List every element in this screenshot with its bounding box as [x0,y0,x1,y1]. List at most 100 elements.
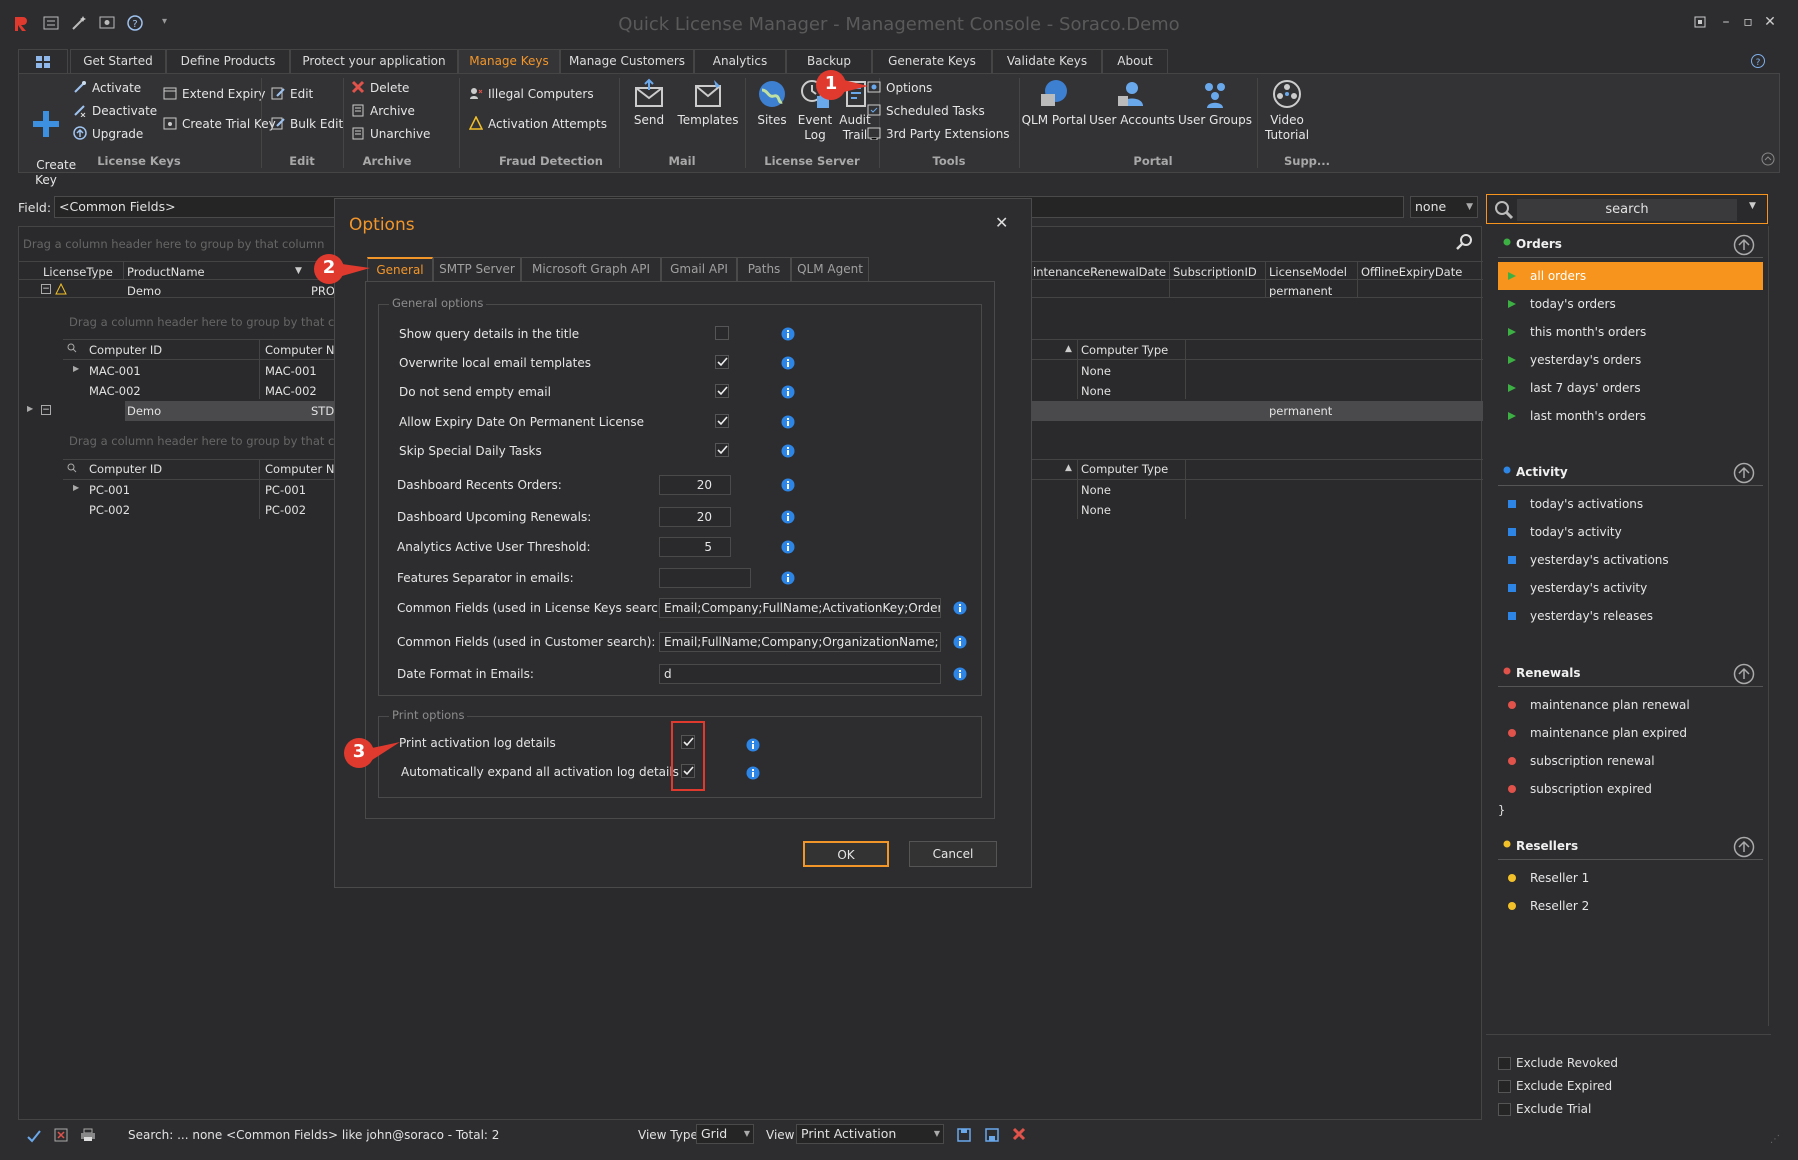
col-subscription-id[interactable]: SubscriptionID [1173,265,1257,279]
tab-manage-keys[interactable]: Manage Keys [458,49,560,73]
orders-item[interactable]: last month's orders [1498,402,1763,430]
activation-attempts-button[interactable]: Activation Attempts [469,116,607,131]
restore-layout-icon[interactable] [1692,14,1712,34]
col-license-type[interactable]: LicenseType [43,265,113,279]
orders-header[interactable]: Orders [1498,230,1763,258]
find-icon[interactable] [1455,233,1473,251]
filter-dropdown-icon[interactable]: ▼ [295,266,302,276]
common-fields-keys-input[interactable]: Email;Company;FullName;ActivationKey;Ord… [659,598,941,618]
third-party-extensions-button[interactable]: 3rd Party Extensions [867,126,1010,141]
sub-col-computer-name[interactable]: Computer Na [265,343,341,357]
resize-grip-icon[interactable]: ⋰ [1770,1134,1780,1145]
recent-orders-spinner[interactable]: 20 [659,475,731,495]
view-type-select[interactable]: Grid ▼ [696,1124,754,1144]
activity-item[interactable]: today's activity [1498,518,1763,546]
show-query-checkbox[interactable] [715,326,729,340]
tab-protect-application[interactable]: Protect your application [290,49,458,73]
view-select[interactable]: Print Activation ▼ [796,1124,944,1144]
resellers-header[interactable]: Resellers [1498,832,1763,860]
tab-validate-keys[interactable]: Validate Keys [992,49,1102,73]
dialog-tab-smtp[interactable]: SMTP Server [433,257,521,281]
collapse-up-icon[interactable] [1733,234,1755,256]
col-product-name[interactable]: ProductName [127,265,205,279]
collapse-ribbon-icon[interactable] [1761,152,1775,166]
resellers-item[interactable]: Reseller 1 [1498,864,1763,892]
dialog-tab-qlm-agent[interactable]: QLM Agent [791,257,869,281]
orders-item[interactable]: yesterday's orders [1498,346,1763,374]
upcoming-renewals-spinner[interactable]: 20 [659,507,731,527]
expand-log-checkbox[interactable] [681,764,695,778]
save-as-view-icon[interactable] [984,1127,1000,1143]
info-icon[interactable] [781,540,795,554]
allow-expiry-checkbox[interactable] [715,414,729,428]
create-key-button[interactable]: Create Key [21,78,76,203]
col-license-model[interactable]: LicenseModel [1269,265,1347,279]
delete-view-icon[interactable] [1012,1127,1026,1141]
info-icon[interactable] [781,385,795,399]
info-icon[interactable] [781,415,795,429]
exclude-expired-checkbox[interactable] [1498,1080,1511,1093]
upgrade-button[interactable]: Upgrade [73,126,143,141]
archive-button[interactable]: Archive [351,103,415,118]
ok-button[interactable]: OK [803,841,889,867]
activity-item[interactable]: yesterday's activations [1498,546,1763,574]
clear-filter-icon[interactable] [54,1128,68,1142]
print-icon[interactable] [80,1128,96,1142]
search-button[interactable]: search [1517,199,1737,221]
common-fields-customer-input[interactable]: Email;FullName;Company;OrganizationName; [659,632,941,652]
unarchive-button[interactable]: Unarchive [351,126,430,141]
no-empty-email-checkbox[interactable] [715,384,729,398]
tab-get-started[interactable]: Get Started [70,49,166,73]
minimize-button[interactable]: – [1716,14,1736,34]
info-icon[interactable] [781,571,795,585]
tab-manage-customers[interactable]: Manage Customers [560,49,694,73]
extend-expiry-button[interactable]: Extend Expiry [163,86,265,101]
exclude-revoked-checkbox[interactable] [1498,1057,1511,1070]
orders-item[interactable]: this month's orders [1498,318,1763,346]
info-icon[interactable] [781,444,795,458]
col-maintenance-renewal-date[interactable]: intenanceRenewalDate [1033,265,1166,279]
features-separator-input[interactable] [659,568,751,588]
tab-home[interactable] [18,49,68,73]
activity-item[interactable]: today's activations [1498,490,1763,518]
user-accounts-button[interactable]: User Accounts [1089,78,1175,128]
tab-analytics[interactable]: Analytics [694,49,786,73]
info-icon[interactable] [781,478,795,492]
col-offline-expiry-date[interactable]: OfflineExpiryDate [1361,265,1462,279]
overwrite-templates-checkbox[interactable] [715,355,729,369]
search-dropdown-icon[interactable]: ▼ [1749,201,1756,211]
activity-item[interactable]: yesterday's activity [1498,574,1763,602]
orders-item[interactable]: today's orders [1498,290,1763,318]
save-view-icon[interactable] [956,1127,972,1143]
collapse-up-icon[interactable] [1733,836,1755,858]
info-icon[interactable] [746,766,760,780]
info-icon[interactable] [953,601,967,615]
info-icon[interactable] [781,327,795,341]
edit-button[interactable]: Edit [271,86,313,101]
activate-button[interactable]: Activate [73,80,141,95]
date-format-input[interactable]: d [659,664,941,684]
info-icon[interactable] [953,667,967,681]
illegal-computers-button[interactable]: Illegal Computers [469,86,594,101]
info-icon[interactable] [781,510,795,524]
close-button[interactable]: ✕ [1760,14,1780,34]
tab-define-products[interactable]: Define Products [166,49,290,73]
collapse-up-icon[interactable] [1733,462,1755,484]
dialog-close-icon[interactable]: ✕ [995,213,1008,232]
orders-item[interactable]: all orders [1498,262,1763,290]
ribbon-help-icon[interactable]: ? [1750,53,1766,69]
sidebar-scrollbar[interactable] [1768,226,1769,1026]
video-tutorial-button[interactable]: Video Tutorial [1259,78,1315,143]
user-groups-button[interactable]: User Groups [1175,78,1255,128]
renewals-item[interactable]: maintenance plan expired [1498,719,1763,747]
print-log-checkbox[interactable] [681,735,695,749]
info-icon[interactable] [781,356,795,370]
tab-about[interactable]: About [1102,49,1168,73]
dialog-tab-paths[interactable]: Paths [737,257,791,281]
maximize-button[interactable]: ▫ [1738,14,1758,34]
sites-button[interactable]: Sites [749,78,795,128]
renewals-item[interactable]: subscription renewal [1498,747,1763,775]
operator-select[interactable]: none ▼ [1410,196,1478,218]
info-icon[interactable] [953,635,967,649]
sub-col-computer-name[interactable]: Computer Na [265,462,341,476]
